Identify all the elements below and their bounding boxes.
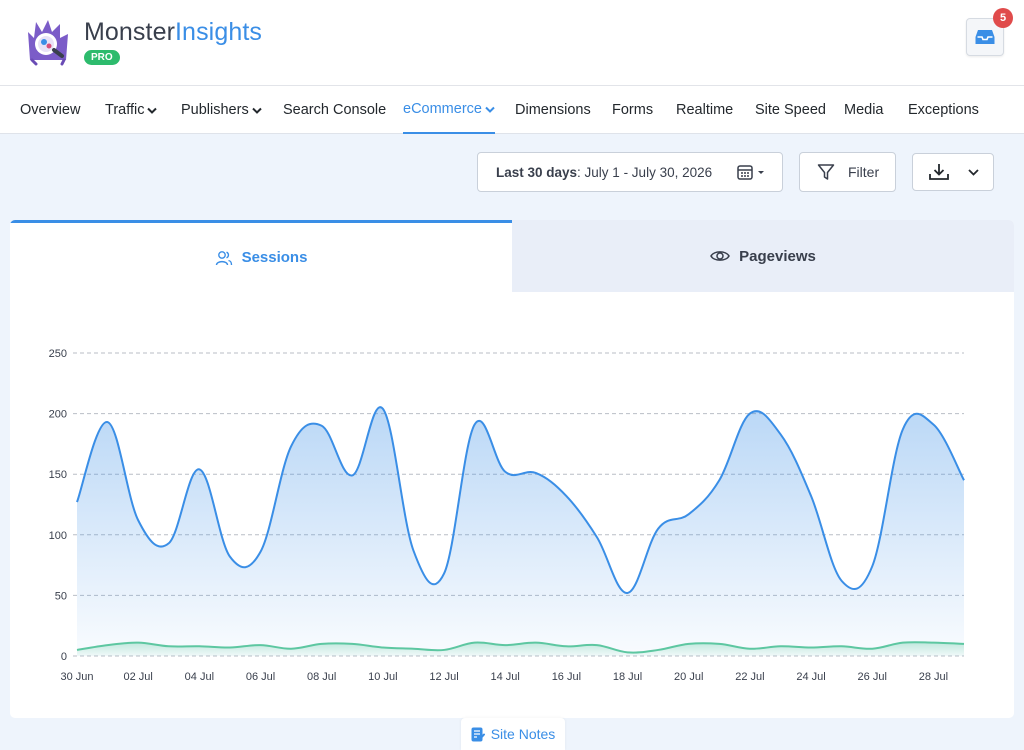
report-panel: Sessions Pageviews 0 50 100 150 200 250 30 Jun… <box>10 220 1014 718</box>
x-tick-label: 18 Jul <box>613 671 642 683</box>
chevron-down-icon <box>968 168 979 176</box>
monster-logo-icon <box>28 20 68 66</box>
nav-item-exceptions[interactable]: Exceptions <box>908 86 979 134</box>
download-button[interactable] <box>912 153 994 191</box>
nav-item-dimensions[interactable]: Dimensions <box>515 86 591 134</box>
x-tick-label: 24 Jul <box>796 671 825 683</box>
y-tick-label: 250 <box>49 348 67 360</box>
nav-item-site-speed[interactable]: Site Speed <box>755 86 826 134</box>
sessions-chart: 0 50 100 150 200 250 30 Jun 02 Jul 04 Jul 06 Jul 0… <box>49 348 965 683</box>
x-tick-label: 12 Jul <box>429 671 458 683</box>
nav-item-forms[interactable]: Forms <box>612 86 653 134</box>
date-range-picker[interactable]: Last 30 days: July 1 - July 30, 2026 <box>477 152 783 192</box>
x-tick-label: 10 Jul <box>368 671 397 683</box>
x-tick-label: 26 Jul <box>858 671 887 683</box>
x-tick-label: 20 Jul <box>674 671 703 683</box>
inbox-icon <box>975 30 995 44</box>
chevron-down-icon <box>485 106 495 113</box>
nav-item-ecommerce[interactable]: eCommerce <box>403 86 495 134</box>
download-icon <box>929 164 949 180</box>
y-tick-label: 150 <box>49 469 67 481</box>
x-tick-label: 16 Jul <box>552 671 581 683</box>
nav-item-media[interactable]: Media <box>844 86 884 134</box>
y-tick-label: 0 <box>61 651 67 663</box>
notes-icon <box>471 727 485 741</box>
y-tick-label: 100 <box>49 530 67 542</box>
x-tick-label: 04 Jul <box>185 671 214 683</box>
chevron-down-icon <box>147 107 158 114</box>
x-tick-label: 02 Jul <box>123 671 152 683</box>
date-range-value: : July 1 - July 30, 2026 <box>577 164 713 180</box>
pro-badge: PRO <box>84 50 120 65</box>
x-tick-label: 08 Jul <box>307 671 336 683</box>
nav-item-publishers[interactable]: Publishers <box>181 86 262 134</box>
site-notes-button[interactable]: Site Notes <box>461 718 565 750</box>
filter-button[interactable]: Filter <box>799 152 896 192</box>
top-header: MonsterInsights PRO 5 <box>0 0 1024 86</box>
nav-item-overview[interactable]: Overview <box>20 86 80 134</box>
y-tick-label: 200 <box>49 409 67 421</box>
x-tick-label: 30 Jun <box>60 671 93 683</box>
main-nav: Overview Traffic Publishers Search Conso… <box>0 86 1024 134</box>
x-tick-label: 22 Jul <box>735 671 764 683</box>
calendar-icon <box>737 165 764 180</box>
nav-item-traffic[interactable]: Traffic <box>105 86 158 134</box>
date-range-label: Last 30 days <box>496 164 578 180</box>
brand-name: MonsterInsights <box>84 18 262 46</box>
sessions-series-area <box>77 407 964 656</box>
x-tick-label: 06 Jul <box>246 671 275 683</box>
notification-count-badge: 5 <box>993 8 1013 28</box>
chevron-down-icon <box>251 107 262 114</box>
x-tick-label: 14 Jul <box>491 671 520 683</box>
y-tick-label: 50 <box>55 590 67 602</box>
nav-item-realtime[interactable]: Realtime <box>676 86 733 134</box>
x-tick-label: 28 Jul <box>919 671 948 683</box>
nav-item-search-console[interactable]: Search Console <box>283 86 386 134</box>
filter-icon <box>817 164 835 180</box>
